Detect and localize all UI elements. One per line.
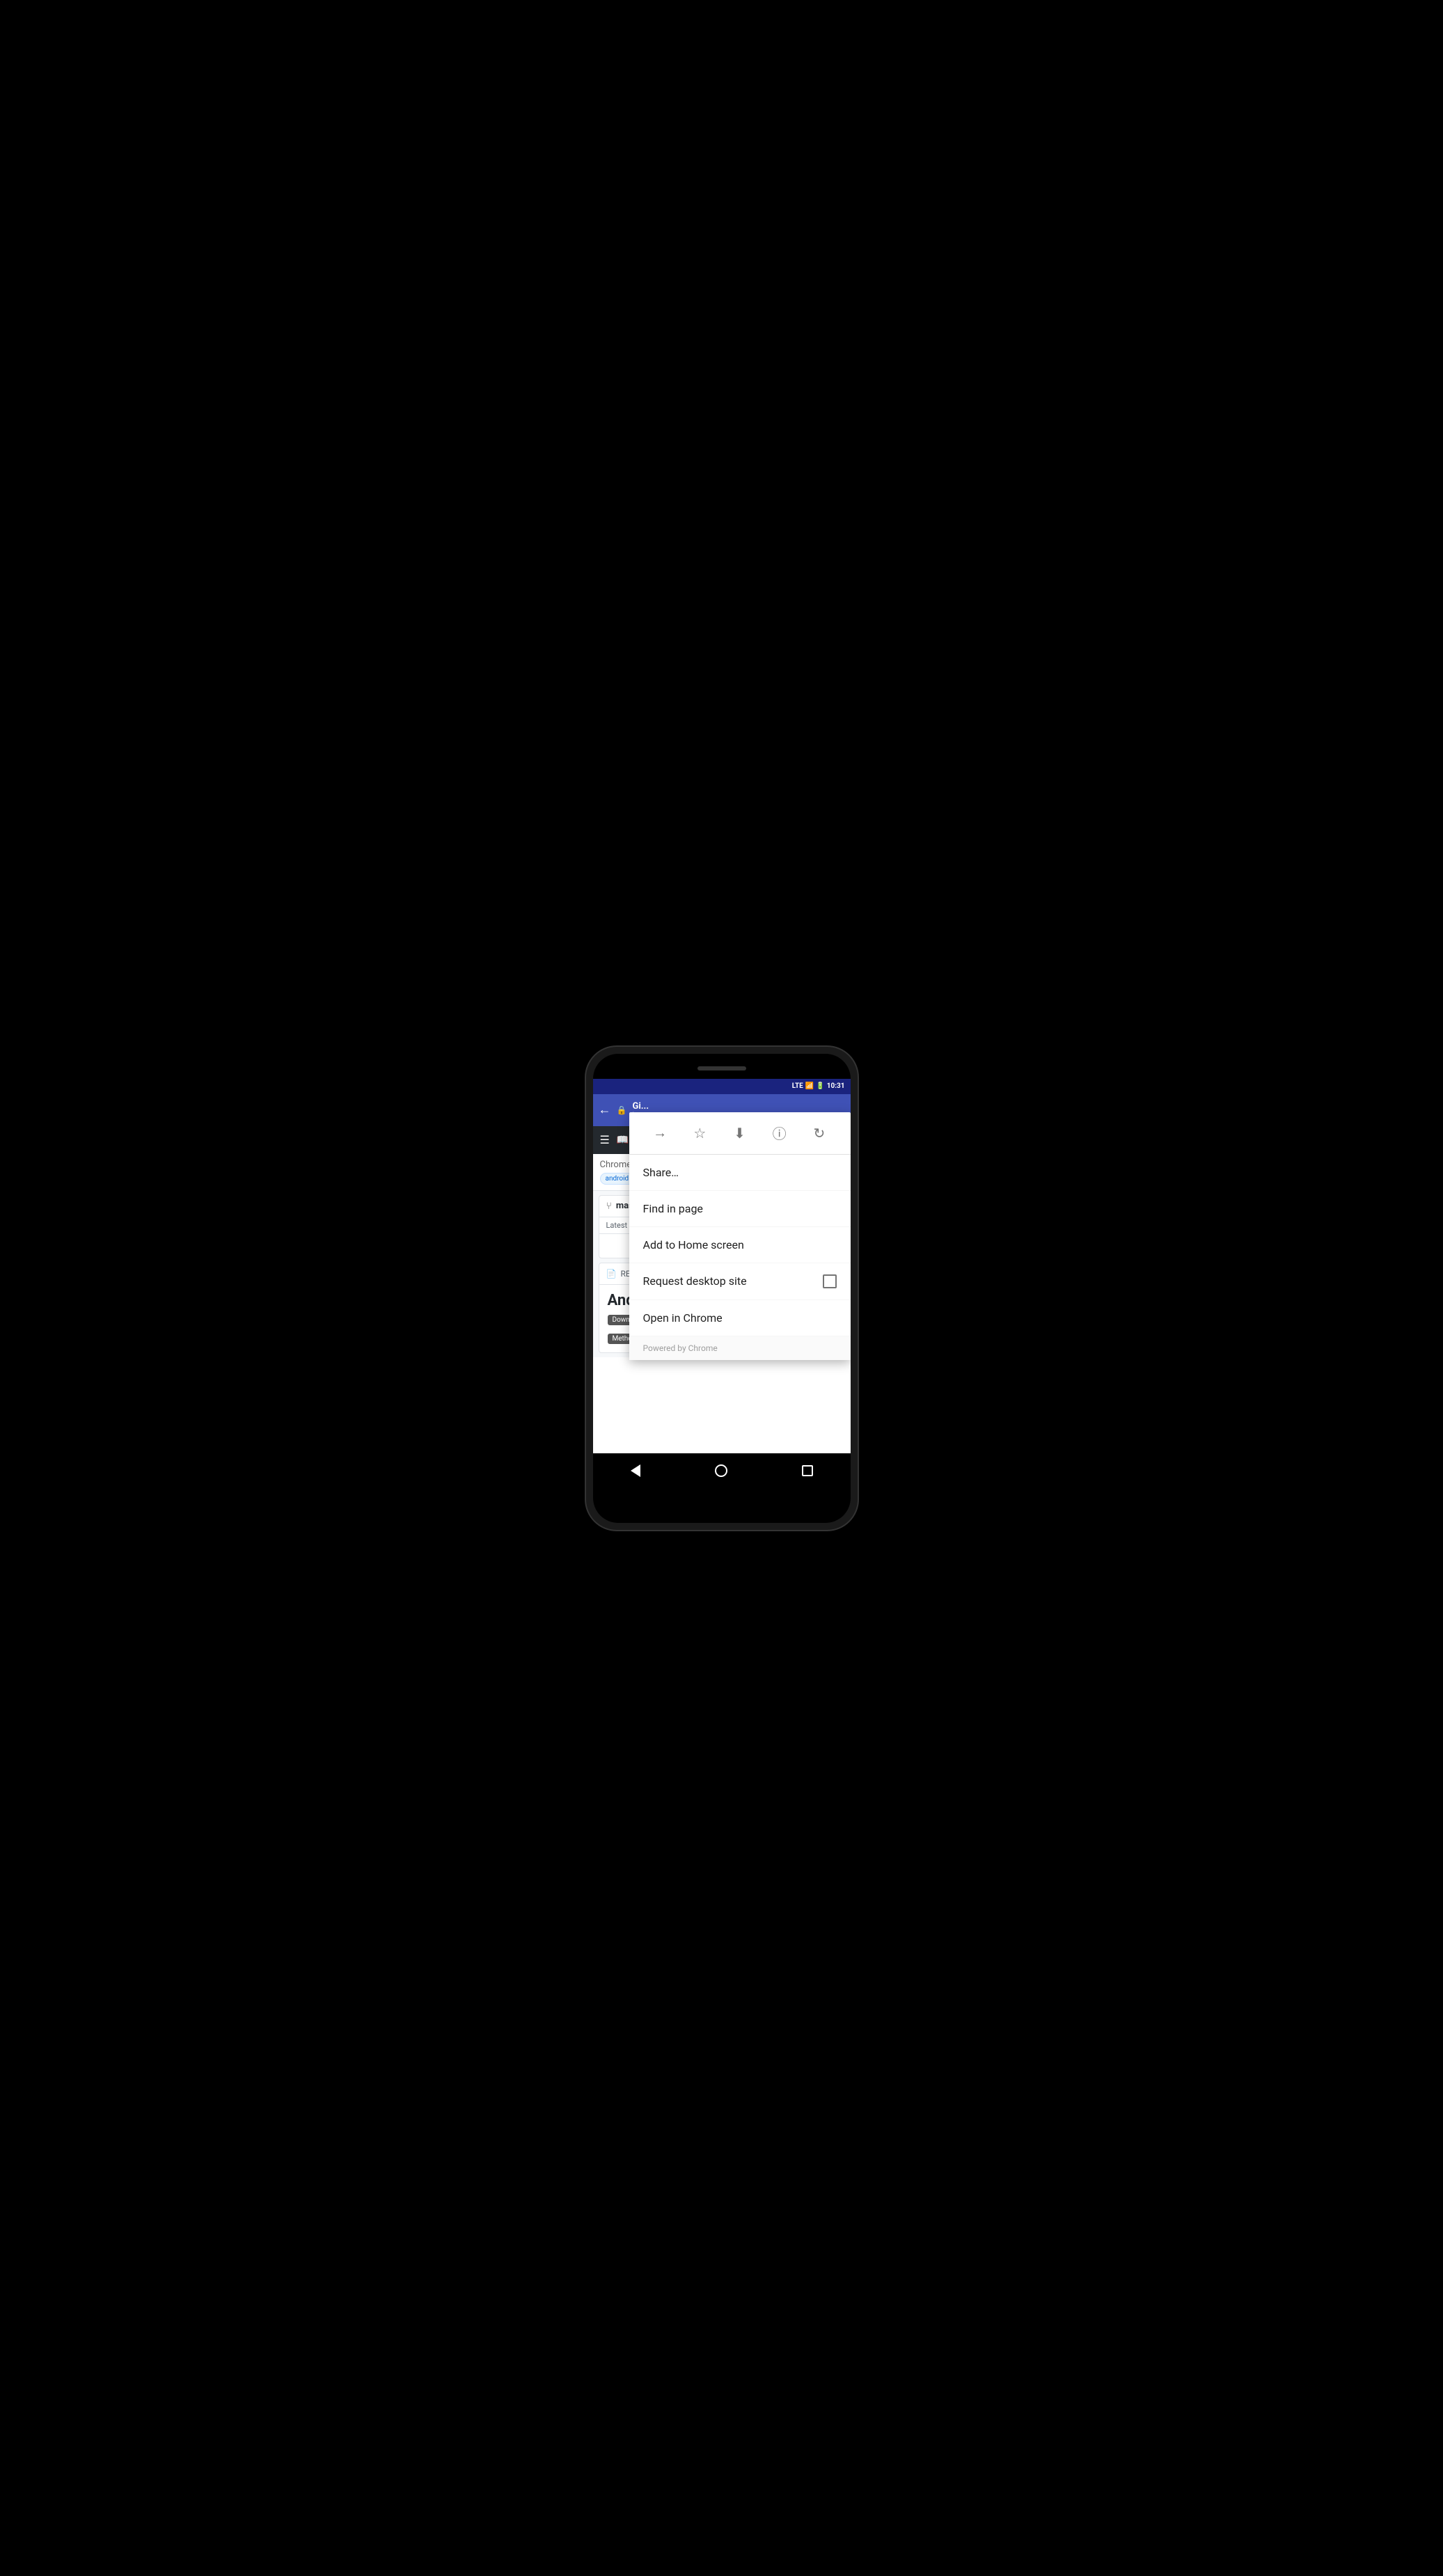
menu-item-open-chrome[interactable]: Open in Chrome xyxy=(629,1300,851,1336)
menu-item-desktop-label: Request desktop site xyxy=(643,1274,747,1288)
context-menu: → ☆ ⬇ ⓘ ↻ Share… Find in page Add to H xyxy=(629,1112,851,1360)
menu-footer: Powered by Chrome xyxy=(629,1336,851,1360)
desktop-checkbox[interactable] xyxy=(823,1274,837,1288)
context-menu-overlay: → ☆ ⬇ ⓘ ↻ Share… Find in page Add to H xyxy=(593,1079,851,1488)
menu-item-desktop[interactable]: Request desktop site xyxy=(629,1263,851,1300)
menu-item-find-label: Find in page xyxy=(643,1202,703,1215)
menu-item-desktop-row: Request desktop site xyxy=(643,1274,837,1288)
menu-footer-text: Powered by Chrome xyxy=(643,1343,718,1353)
menu-item-add-home-label: Add to Home screen xyxy=(643,1238,744,1251)
menu-bookmark-icon[interactable]: ☆ xyxy=(687,1121,712,1146)
phone-device: LTE 📶 🔋 10:31 ← 🔒 Gi... http... xyxy=(586,1047,858,1530)
speaker xyxy=(697,1066,746,1070)
screen: LTE 📶 🔋 10:31 ← 🔒 Gi... http... xyxy=(593,1079,851,1488)
menu-info-icon[interactable]: ⓘ xyxy=(767,1121,792,1146)
phone-inner: LTE 📶 🔋 10:31 ← 🔒 Gi... http... xyxy=(593,1054,851,1523)
menu-item-add-home[interactable]: Add to Home screen xyxy=(629,1227,851,1263)
menu-download-icon[interactable]: ⬇ xyxy=(727,1121,752,1146)
menu-item-open-chrome-label: Open in Chrome xyxy=(643,1311,723,1325)
menu-item-share[interactable]: Share… xyxy=(629,1155,851,1191)
menu-refresh-icon[interactable]: ↻ xyxy=(807,1121,832,1146)
menu-forward-icon[interactable]: → xyxy=(647,1121,672,1146)
menu-item-find[interactable]: Find in page xyxy=(629,1191,851,1227)
menu-item-share-label: Share… xyxy=(643,1166,679,1179)
menu-icon-bar: → ☆ ⬇ ⓘ ↻ xyxy=(629,1112,851,1155)
